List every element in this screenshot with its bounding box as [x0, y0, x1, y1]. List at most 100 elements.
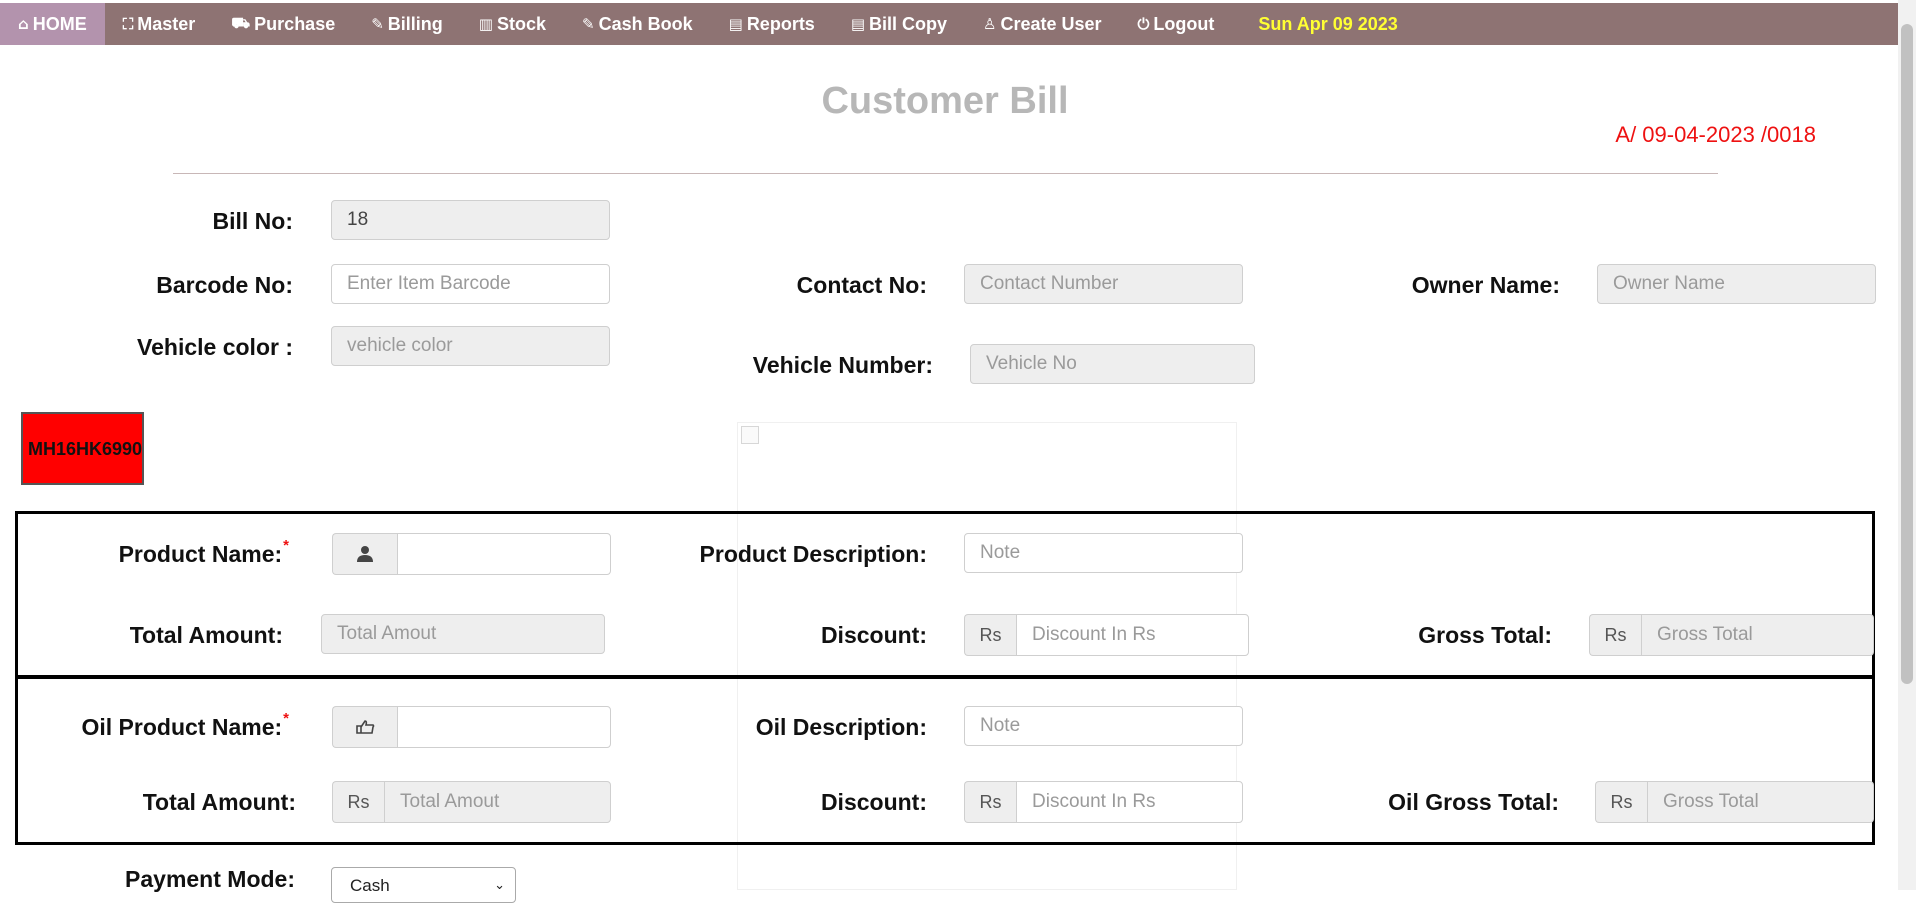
nav-stock[interactable]: ▥ Stock	[461, 3, 564, 45]
bill-no-field[interactable]: 18	[331, 200, 610, 240]
product-total-input[interactable]: Total Amout	[321, 614, 605, 654]
contact-placeholder: Contact Number	[980, 273, 1119, 294]
nav-logout-label: Logout	[1153, 13, 1215, 34]
product-gross-input[interactable]: Gross Total	[1641, 614, 1874, 656]
nav-purchase[interactable]: ⛟ Purchase	[213, 3, 353, 45]
vehicle-color-input[interactable]: vehicle color	[331, 326, 610, 366]
oil-total-label: Total Amount:	[142, 789, 296, 815]
power-icon: ⏻	[1137, 15, 1150, 33]
bar-chart-icon: ▥	[478, 15, 493, 33]
oil-gross-group: Rs Gross Total	[1595, 781, 1874, 823]
nav-home-label: HOME	[32, 13, 87, 34]
edit-icon: ✎	[371, 15, 384, 33]
nav-cash-book[interactable]: ✎ Cash Book	[564, 3, 711, 45]
nav-home[interactable]: ⌂ HOME	[0, 3, 105, 45]
nav-reports[interactable]: ▤ Reports	[711, 3, 833, 45]
product-name-label: Product Name:*	[118, 537, 289, 567]
oil-total-input[interactable]: Total Amout	[384, 781, 611, 823]
rs-addon: Rs	[964, 781, 1016, 823]
oil-product-name-input[interactable]	[397, 706, 611, 748]
nav-billing-label: Billing	[387, 13, 443, 34]
nav-reports-label: Reports	[746, 13, 815, 34]
product-discount-group: Rs Discount In Rs	[964, 614, 1249, 656]
user-icon	[332, 533, 397, 575]
nav-logout[interactable]: ⏻ Logout	[1120, 3, 1233, 45]
hand-pointer-icon	[332, 706, 397, 748]
product-total-placeholder: Total Amout	[337, 623, 437, 644]
nav-stock-label: Stock	[496, 13, 547, 34]
page-scrollbar[interactable]	[1898, 0, 1916, 890]
product-name-input[interactable]	[397, 533, 611, 575]
barcode-label: Barcode No:	[156, 272, 293, 298]
oil-discount-input[interactable]: Discount In Rs	[1016, 781, 1243, 823]
nav-bill-copy-label: Bill Copy	[869, 13, 948, 34]
top-navbar: ⌂ HOME ⛶ Master ⛟ Purchase ✎ Billing ▥ S…	[0, 3, 1898, 45]
rs-addon: Rs	[1589, 614, 1641, 656]
user-icon: ♙	[983, 15, 997, 33]
oil-description-label: Oil Description:	[755, 714, 927, 740]
nav-create-user[interactable]: ♙ Create User	[965, 3, 1120, 45]
scrollbar-thumb[interactable]	[1901, 24, 1913, 684]
required-mark: *	[283, 710, 289, 727]
vehicle-number-label: Vehicle Number:	[752, 352, 933, 378]
bill-code: A/ 09-04-2023 /0018	[1615, 122, 1816, 147]
nav-cash-book-label: Cash Book	[598, 13, 693, 34]
vehicle-number-input[interactable]: Vehicle No	[970, 344, 1255, 384]
oil-discount-label: Discount:	[820, 789, 927, 815]
owner-placeholder: Owner Name	[1613, 273, 1725, 294]
oil-gross-placeholder: Gross Total	[1663, 791, 1759, 812]
vehicle-color-label: Vehicle color :	[137, 334, 293, 360]
contact-input[interactable]: Contact Number	[964, 264, 1243, 304]
sitemap-icon: ⛶	[122, 15, 134, 33]
owner-label: Owner Name:	[1411, 272, 1560, 298]
oil-description-input[interactable]: Note	[964, 706, 1243, 746]
nav-bill-copy[interactable]: ▤ Bill Copy	[833, 3, 965, 45]
product-gross-placeholder: Gross Total	[1657, 624, 1753, 645]
nav-create-user-label: Create User	[1000, 13, 1102, 34]
oil-product-name-group	[332, 706, 611, 748]
nav-purchase-label: Purchase	[254, 13, 336, 34]
payment-mode-select[interactable]: Cash ⌄	[331, 867, 516, 903]
product-total-label: Total Amount:	[129, 622, 283, 648]
vehicle-number-placeholder: Vehicle No	[986, 353, 1077, 374]
product-gross-group: Rs Gross Total	[1589, 614, 1874, 656]
rs-addon: Rs	[332, 781, 384, 823]
page-title: Customer Bill	[821, 80, 1069, 122]
oil-discount-placeholder: Discount In Rs	[1032, 791, 1156, 812]
required-mark: *	[283, 537, 289, 554]
oil-discount-group: Rs Discount In Rs	[964, 781, 1243, 823]
barcode-placeholder: Enter Item Barcode	[347, 273, 511, 294]
product-description-input[interactable]: Note	[964, 533, 1243, 573]
file-icon: ▤	[850, 15, 866, 33]
nav-date: Sun Apr 09 2023	[1258, 13, 1398, 34]
home-icon: ⌂	[18, 15, 29, 33]
number-plate: MH16HK6990	[21, 412, 144, 485]
chevron-down-icon: ⌄	[494, 878, 505, 893]
vehicle-color-placeholder: vehicle color	[347, 335, 453, 356]
nav-master-label: Master	[137, 13, 196, 34]
barcode-input[interactable]: Enter Item Barcode	[331, 264, 610, 304]
plate-text: MH16HK6990	[28, 439, 143, 459]
edit-icon: ✎	[582, 15, 595, 33]
oil-total-placeholder: Total Amout	[400, 791, 500, 812]
cart-icon: ⛟	[231, 14, 251, 32]
nav-billing[interactable]: ✎ Billing	[353, 3, 461, 45]
owner-input[interactable]: Owner Name	[1597, 264, 1876, 304]
oil-product-name-label: Oil Product Name:*	[81, 710, 290, 740]
product-discount-input[interactable]: Discount In Rs	[1016, 614, 1249, 656]
product-gross-label: Gross Total:	[1418, 622, 1552, 648]
contact-label: Contact No:	[796, 272, 927, 298]
bill-no-label: Bill No:	[212, 208, 294, 234]
rs-addon: Rs	[1595, 781, 1647, 823]
product-name-group	[332, 533, 611, 575]
header-divider	[173, 173, 1718, 174]
oil-total-group: Rs Total Amout	[332, 781, 611, 823]
broken-image-icon	[741, 426, 759, 444]
payment-mode-label: Payment Mode:	[125, 866, 295, 892]
oil-gross-label: Oil Gross Total:	[1388, 789, 1559, 815]
oil-gross-input[interactable]: Gross Total	[1647, 781, 1874, 823]
nav-master[interactable]: ⛶ Master	[105, 3, 214, 45]
product-description-label: Product Description:	[699, 541, 927, 567]
rs-addon: Rs	[964, 614, 1016, 656]
file-icon: ▤	[728, 15, 743, 33]
